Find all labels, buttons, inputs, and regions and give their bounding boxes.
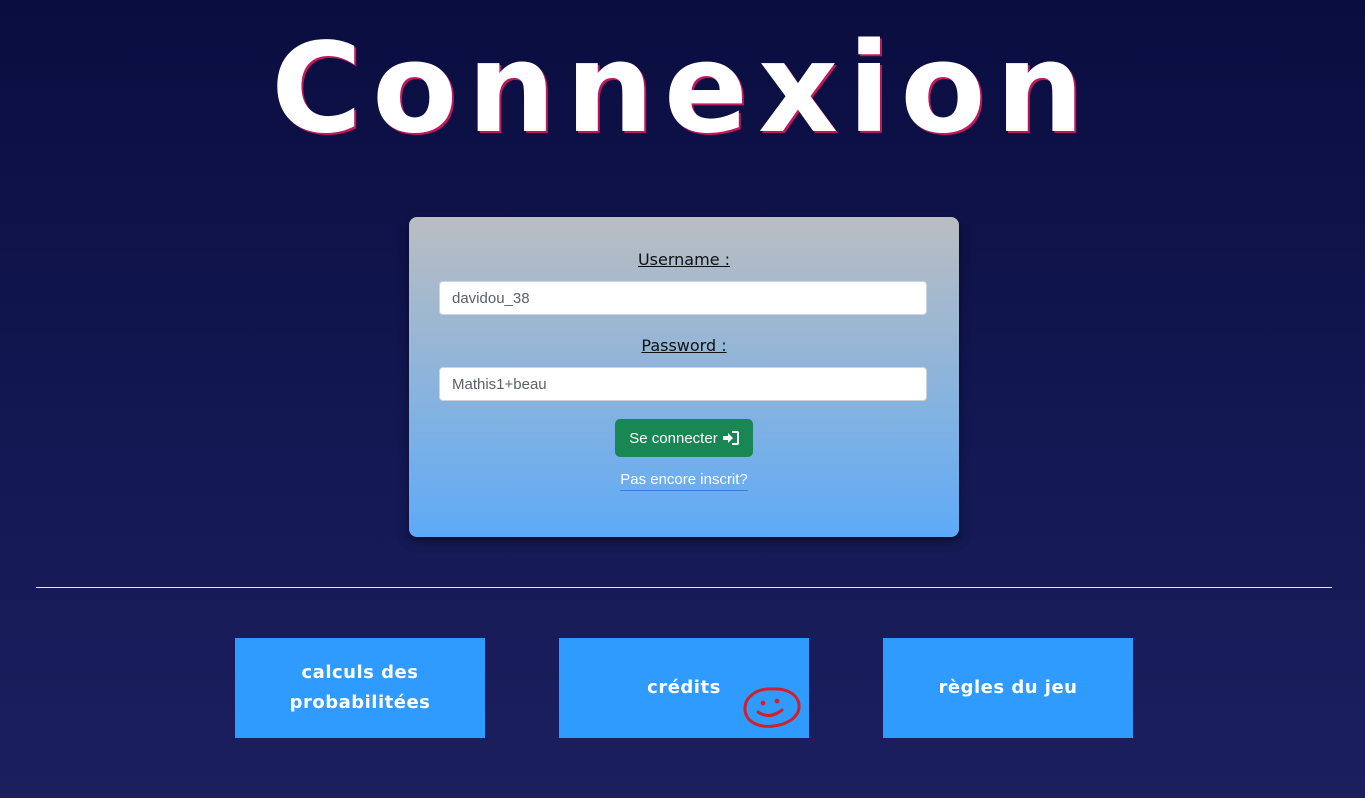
signup-link[interactable]: Pas encore inscrit? — [620, 471, 748, 491]
probabilities-label-line1: calculs des — [301, 662, 419, 683]
credits-button-label: crédits — [647, 677, 721, 698]
page-title: Connexion — [271, 17, 1094, 161]
divider — [36, 587, 1332, 588]
probabilities-button[interactable]: calculs des probabilitées — [235, 638, 485, 738]
username-label: Username : — [637, 250, 731, 269]
smiley-doodle-icon — [743, 687, 801, 728]
login-button[interactable]: Se connecter — [615, 419, 753, 457]
password-label: Password : — [641, 336, 727, 355]
username-input[interactable] — [439, 281, 927, 315]
signup-link-wrapper: Pas encore inscrit? — [409, 471, 959, 491]
rules-button-label: règles du jeu — [938, 677, 1078, 698]
login-button-label: Se connecter — [629, 429, 718, 447]
probabilities-label-line2: probabilitées — [289, 692, 431, 713]
rules-button[interactable]: règles du jeu — [883, 638, 1133, 738]
password-input[interactable] — [439, 367, 927, 401]
login-card: Username : Password : Se connecter Pas e… — [409, 217, 959, 537]
probabilities-button-label: calculs des probabilitées — [290, 658, 431, 718]
sign-in-icon — [722, 431, 739, 445]
